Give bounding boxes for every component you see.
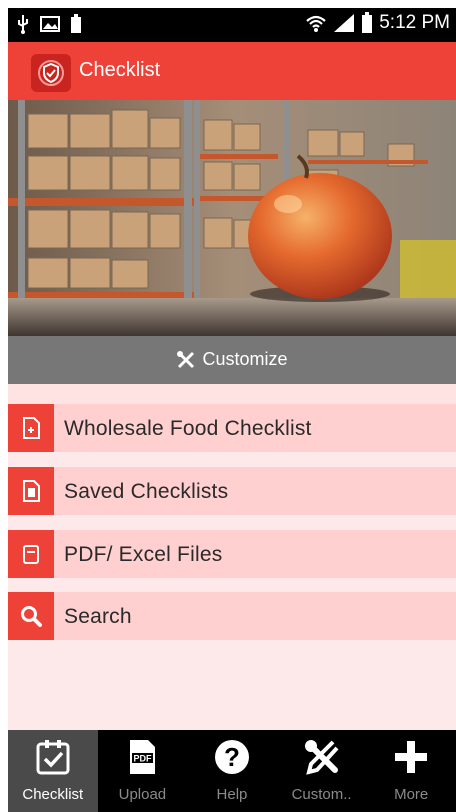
nav-item-checklist[interactable]: Checklist [8, 730, 98, 812]
nav-label: Checklist [22, 786, 84, 803]
search-icon [21, 606, 42, 627]
usb-icon [18, 15, 28, 34]
signal-icon [334, 14, 355, 32]
bottom-nav: Checklist PDF Upload ? Help Custom.. Mor… [8, 730, 456, 812]
nav-label: More [394, 786, 429, 803]
battery-small-icon [71, 14, 81, 33]
menu-item-wholesale-food-checklist[interactable]: Wholesale Food Checklist [8, 404, 456, 452]
menu-item-label: PDF/ Excel Files [64, 543, 223, 566]
nav-item-customize[interactable]: Custom.. [277, 730, 367, 812]
customize-button[interactable]: Customize [8, 336, 456, 384]
warehouse-apple-illustration [8, 100, 456, 336]
nav-item-more[interactable]: More [366, 730, 456, 812]
help-icon: ? [187, 738, 277, 776]
checklist-icon [8, 738, 98, 776]
plus-icon [366, 738, 456, 776]
saved-document-icon [23, 480, 40, 502]
menu-item-search[interactable]: Search [8, 592, 456, 640]
svg-text:PDF: PDF [134, 754, 153, 764]
wifi-icon [306, 15, 326, 32]
status-bar: 5:12 PM [8, 8, 456, 42]
customize-label: Customize [202, 349, 288, 369]
pdf-icon: PDF [98, 738, 188, 776]
menu-item-label: Wholesale Food Checklist [64, 417, 312, 440]
nav-label: Custom.. [291, 786, 352, 803]
banner-image [8, 100, 456, 336]
status-left-icons [16, 14, 82, 34]
shield-check-icon [38, 60, 64, 86]
tools-icon [277, 738, 367, 776]
nav-item-upload[interactable]: PDF Upload [98, 730, 188, 812]
menu-icon-box [8, 404, 54, 452]
app-bar: Checklist [8, 42, 456, 100]
menu-icon-box [8, 592, 54, 640]
menu-item-pdf-excel-files[interactable]: PDF/ Excel Files [8, 530, 456, 578]
nav-label: Help [216, 786, 248, 803]
menu-item-saved-checklists[interactable]: Saved Checklists [8, 467, 456, 515]
svg-text:?: ? [224, 742, 240, 772]
menu-icon-box [8, 467, 54, 515]
status-time: 5:12 PM [379, 12, 450, 33]
customize-content: Customize [8, 349, 456, 370]
tools-icon [177, 350, 195, 368]
status-right-icons: 5:12 PM [305, 12, 450, 34]
app-frame: 5:12 PM Checklist Customize Wholesale Fo… [8, 8, 456, 812]
image-icon [40, 16, 60, 32]
app-title: Checklist [79, 59, 161, 81]
menu-item-label: Search [64, 605, 132, 628]
menu-item-label: Saved Checklists [64, 480, 229, 503]
new-document-icon [23, 417, 40, 439]
nav-item-help[interactable]: ? Help [187, 730, 277, 812]
battery-icon [362, 12, 373, 33]
menu-icon-box [8, 530, 54, 578]
nav-label: Upload [118, 786, 167, 803]
app-logo[interactable] [31, 54, 71, 92]
file-icon [23, 545, 39, 564]
